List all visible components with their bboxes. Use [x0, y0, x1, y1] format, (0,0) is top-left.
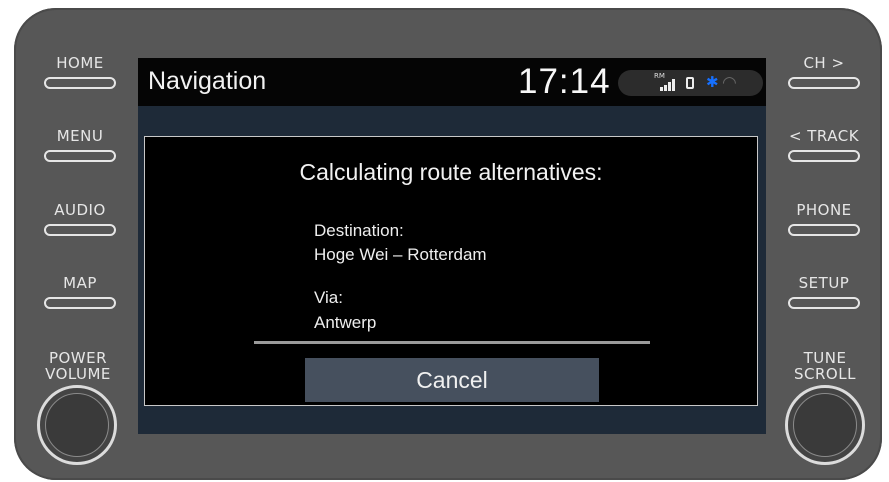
- destination-label: Destination:: [314, 221, 404, 240]
- map-button-pill: [44, 297, 116, 309]
- map-button[interactable]: MAP: [30, 275, 130, 319]
- display-screen: Navigation 17:14 RM ✱ ◠ Calculating rout…: [138, 58, 766, 434]
- menu-button-label: MENU: [56, 127, 104, 145]
- top-bar: Navigation 17:14 RM ✱ ◠: [138, 58, 766, 106]
- scroll-label: SCROLL: [794, 365, 856, 383]
- tune-label: TUNE: [803, 349, 847, 367]
- phone-button-label: PHONE: [796, 201, 852, 219]
- audio-button-label: AUDIO: [54, 201, 106, 219]
- destination-value: Hoge Wei – Rotterdam: [314, 245, 487, 264]
- setup-button-pill: [788, 297, 860, 309]
- ch-next-button-pill: [788, 77, 860, 89]
- setup-button[interactable]: SETUP: [774, 275, 874, 319]
- home-button[interactable]: HOME: [30, 55, 130, 99]
- ch-next-button-label: CH >: [803, 54, 845, 72]
- power-volume-knob[interactable]: [37, 385, 117, 465]
- phone-button[interactable]: PHONE: [774, 202, 874, 246]
- progress-bar: [254, 341, 650, 344]
- phone-button-pill: [788, 224, 860, 236]
- menu-button-pill: [44, 150, 116, 162]
- track-prev-button[interactable]: < TRACK: [774, 128, 874, 172]
- power-volume-label: POWER VOLUME: [28, 350, 128, 382]
- clock: 17:14: [518, 62, 611, 101]
- page-title: Navigation: [148, 67, 267, 95]
- signal-bars-icon: [660, 79, 680, 91]
- home-button-pill: [44, 77, 116, 89]
- bluetooth-icon: ✱: [706, 73, 719, 91]
- track-prev-button-label: < TRACK: [788, 127, 860, 145]
- phone-icon: [686, 77, 694, 89]
- cancel-button[interactable]: Cancel: [305, 358, 599, 402]
- tune-scroll-label: TUNE SCROLL: [775, 350, 875, 382]
- status-bar: RM ✱ ◠: [618, 70, 763, 96]
- route-calculation-dialog: Calculating route alternatives: Destinat…: [144, 136, 758, 406]
- volume-label: VOLUME: [45, 365, 111, 383]
- track-prev-button-pill: [788, 150, 860, 162]
- ch-next-button[interactable]: CH >: [774, 55, 874, 99]
- home-button-label: HOME: [56, 54, 104, 72]
- dialog-title: Calculating route alternatives:: [299, 159, 603, 185]
- tune-scroll-knob[interactable]: [785, 385, 865, 465]
- via-value: Antwerp: [314, 313, 377, 332]
- progress-fill: [254, 341, 650, 344]
- audio-button[interactable]: AUDIO: [30, 202, 130, 246]
- wifi-icon: ◠: [722, 73, 737, 93]
- menu-button[interactable]: MENU: [30, 128, 130, 172]
- setup-button-label: SETUP: [798, 274, 850, 292]
- audio-button-pill: [44, 224, 116, 236]
- via-label: Via:: [314, 288, 343, 307]
- power-label: POWER: [48, 349, 108, 367]
- map-button-label: MAP: [63, 274, 97, 292]
